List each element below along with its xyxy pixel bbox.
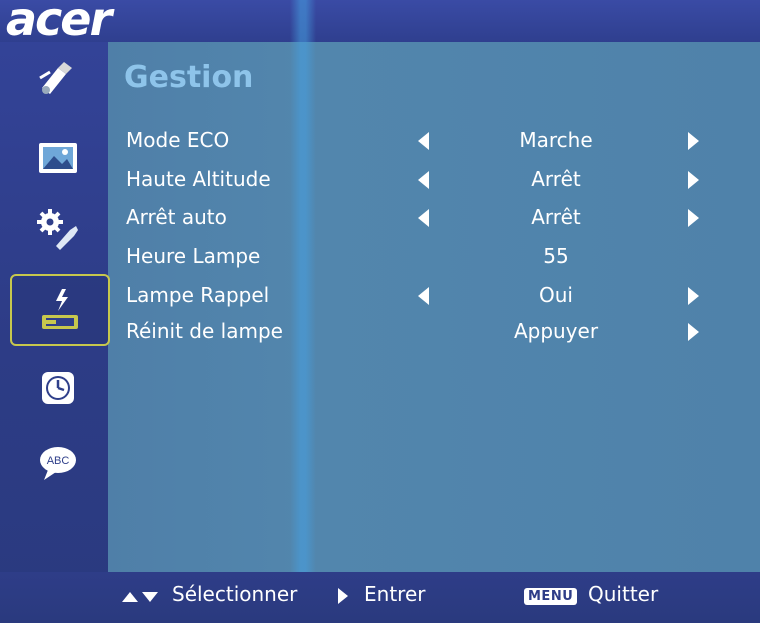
clock-icon (42, 372, 74, 404)
setting-row-lamp-reset[interactable]: Réinit de lampe Appuyer (0, 319, 760, 353)
setting-value: Arrêt (531, 205, 581, 229)
setting-label: Mode ECO (126, 128, 230, 152)
setting-label: Lampe Rappel (126, 283, 270, 307)
arrow-left-icon[interactable] (418, 287, 429, 305)
arrow-left-icon[interactable] (418, 209, 429, 227)
arrow-left-icon[interactable] (418, 171, 429, 189)
arrow-left-icon[interactable] (418, 132, 429, 150)
setting-label: Arrêt auto (126, 205, 227, 229)
setting-value: Appuyer (513, 319, 599, 343)
setting-value: Oui (539, 283, 573, 307)
arrow-right-icon[interactable] (688, 323, 699, 341)
setting-value: Marche (519, 128, 593, 152)
setting-row-high-altitude[interactable]: Haute Altitude Arrêt (0, 167, 760, 201)
arrow-right-icon[interactable] (688, 209, 699, 227)
setting-row-eco-mode[interactable]: Mode ECO Marche (0, 128, 760, 162)
setting-row-auto-shutdown[interactable]: Arrêt auto Arrêt (0, 205, 760, 239)
color-management-icon (39, 62, 72, 94)
sidebar-item-language[interactable]: ABC (10, 428, 106, 496)
enter-hint: Entrer (364, 582, 426, 606)
setting-label: Réinit de lampe (126, 319, 283, 343)
acer-logo: acer (6, 0, 112, 46)
menu-key-icon: MENU (524, 588, 578, 605)
setting-label: Haute Altitude (126, 167, 271, 191)
up-down-arrows-icon (122, 592, 158, 602)
setting-value: 55 (543, 244, 569, 268)
arrow-right-icon[interactable] (688, 132, 699, 150)
sidebar-item-timer[interactable] (10, 354, 106, 422)
quit-hint: Quitter (588, 582, 659, 606)
language-abc-icon: ABC (40, 447, 76, 480)
page-title: Gestion (124, 60, 254, 95)
enter-arrow-icon (338, 588, 348, 604)
arrow-right-icon[interactable] (688, 287, 699, 305)
setting-value: Arrêt (531, 167, 581, 191)
svg-text:ABC: ABC (47, 455, 70, 467)
setting-label: Heure Lampe (126, 244, 261, 268)
setting-row-lamp-reminder[interactable]: Lampe Rappel Oui (0, 283, 760, 317)
setting-row-lamp-hours: Heure Lampe 55 (0, 244, 760, 278)
select-hint: Sélectionner (172, 582, 298, 606)
sidebar-item-color[interactable] (10, 44, 106, 112)
arrow-right-icon[interactable] (688, 171, 699, 189)
top-bar: acer (0, 0, 760, 46)
